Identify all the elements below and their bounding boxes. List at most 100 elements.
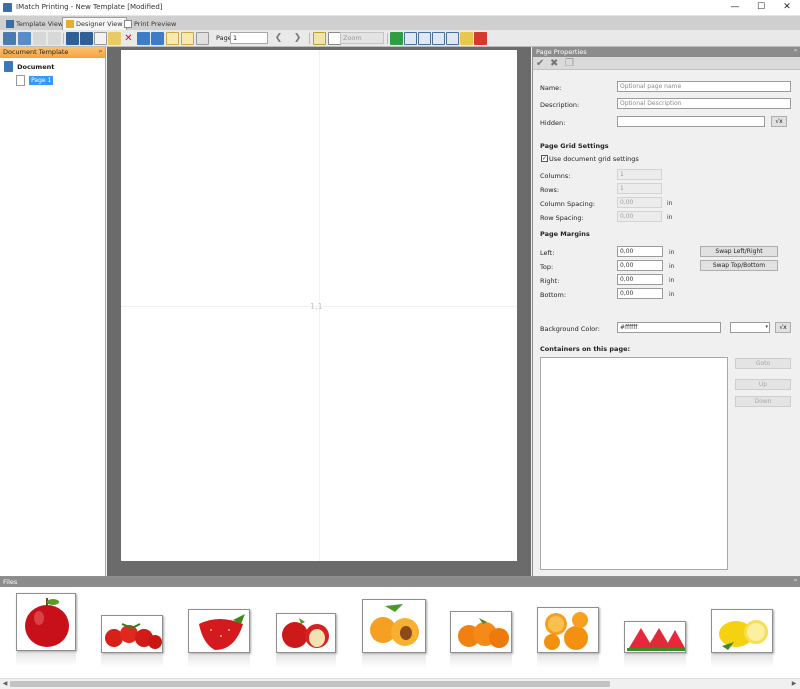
minimize-button[interactable]: — xyxy=(722,0,748,16)
apple-image xyxy=(25,598,69,647)
oranges-image xyxy=(458,618,509,648)
top-margin-input[interactable]: 0,00 xyxy=(617,260,663,271)
background-color-label: Background Color: xyxy=(540,325,600,333)
description-input[interactable]: Optional Description xyxy=(617,98,791,109)
send-backward-icon[interactable] xyxy=(432,32,445,45)
unit-label: in xyxy=(669,263,675,270)
background-formula-button[interactable]: √x xyxy=(775,322,791,333)
goto-button[interactable]: Goto xyxy=(735,358,791,369)
tree-item-page[interactable]: Page 1 xyxy=(16,75,54,86)
column-spacing-input[interactable]: 0,00 xyxy=(617,197,662,208)
bottom-margin-input[interactable]: 0,00 xyxy=(617,288,663,299)
two-page-icon[interactable] xyxy=(181,32,194,45)
apricots-image xyxy=(370,604,419,646)
panel-header: Document Template ᵖ xyxy=(0,47,105,58)
tab-designer-view[interactable]: Designer View xyxy=(62,17,127,30)
previous-page-icon[interactable]: ❮ xyxy=(272,32,285,45)
hidden-formula-button[interactable]: √x xyxy=(771,116,787,127)
view-tabs: Template View Designer View Print Previe… xyxy=(0,16,800,30)
rows-input[interactable]: 1 xyxy=(617,183,662,194)
window-title: IMatch Printing - New Template [Modified… xyxy=(16,3,163,11)
properties-icon[interactable] xyxy=(460,32,473,45)
paste-icon[interactable] xyxy=(48,32,61,45)
file-thumbnail-apples[interactable] xyxy=(276,613,336,653)
refresh-icon[interactable] xyxy=(18,32,31,45)
apples-image xyxy=(282,618,329,648)
tree-item-document[interactable]: Document xyxy=(4,61,54,72)
file-thumbnail-lemons[interactable] xyxy=(711,609,773,653)
scrollbar-thumb[interactable] xyxy=(10,681,610,687)
panel-header: Page Properties ᵖ xyxy=(533,47,800,57)
move-up-icon[interactable] xyxy=(137,32,150,45)
row-spacing-label: Row Spacing: xyxy=(540,214,584,222)
tab-template-view[interactable]: Template View xyxy=(2,17,67,30)
file-thumbnail-orange-slices[interactable] xyxy=(537,607,599,653)
right-margin-input[interactable]: 0,00 xyxy=(617,274,663,285)
properties-toolbar: ✔ ✖ ❐ xyxy=(533,57,800,70)
copy-icon[interactable]: ❐ xyxy=(565,57,574,70)
file-thumbnail-oranges[interactable] xyxy=(450,611,512,653)
tab-print-preview[interactable]: Print Preview xyxy=(120,17,180,30)
save-as-icon[interactable] xyxy=(80,32,93,45)
use-grid-label: Use document grid settings xyxy=(549,155,639,163)
file-thumbnail-watermelon[interactable] xyxy=(624,621,686,653)
swap-left-right-button[interactable]: Swap Left/Right xyxy=(700,246,778,257)
pin-icon[interactable]: ᵖ xyxy=(794,47,797,57)
page-number-input[interactable]: 1 xyxy=(230,32,268,44)
columns-input[interactable]: 1 xyxy=(617,169,662,180)
single-page-icon[interactable] xyxy=(166,32,179,45)
next-page-icon[interactable]: ❯ xyxy=(291,32,304,45)
files-horizontal-scrollbar[interactable]: ◀ ▶ xyxy=(0,678,800,689)
new-page-icon[interactable] xyxy=(94,32,107,45)
description-label: Description: xyxy=(540,101,580,109)
swap-top-bottom-button[interactable]: Swap Top/Bottom xyxy=(700,260,778,271)
scroll-right-icon[interactable]: ▶ xyxy=(789,679,799,689)
file-thumbnail-strawberry[interactable] xyxy=(188,609,250,653)
close-button[interactable]: ✕ xyxy=(774,0,800,16)
containers-list[interactable] xyxy=(540,357,728,570)
grid-settings-heading: Page Grid Settings xyxy=(540,142,609,150)
color-picker-dropdown[interactable]: ▾ xyxy=(730,322,770,333)
background-color-input[interactable]: #ffffff xyxy=(617,322,721,333)
panel-title: Files xyxy=(3,578,18,586)
bring-to-front-icon[interactable] xyxy=(404,32,417,45)
maximize-button[interactable]: ☐ xyxy=(748,0,774,16)
zoom-select[interactable]: Zoom xyxy=(340,32,384,44)
send-to-back-icon[interactable] xyxy=(446,32,459,45)
pin-icon[interactable]: ᵖ xyxy=(99,47,102,58)
apply-check-icon[interactable]: ✔ xyxy=(536,57,544,70)
page-properties-icon[interactable] xyxy=(108,32,121,45)
file-thumbnail-apricots[interactable] xyxy=(362,599,426,653)
book-view-icon[interactable] xyxy=(196,32,209,45)
row-spacing-input[interactable]: 0,00 xyxy=(617,211,662,222)
copy-icon[interactable] xyxy=(33,32,46,45)
title-bar: IMatch Printing - New Template [Modified… xyxy=(0,0,800,16)
delete-icon[interactable]: ✕ xyxy=(122,32,135,45)
file-thumbnail-apple[interactable] xyxy=(16,593,76,651)
watermelon-image xyxy=(627,628,685,651)
save-icon[interactable] xyxy=(66,32,79,45)
fit-page-icon[interactable] xyxy=(313,32,326,45)
unit-label: in xyxy=(669,291,675,298)
file-thumbnail-tomatoes[interactable] xyxy=(101,615,163,653)
use-grid-checkbox[interactable]: ✓ xyxy=(541,155,548,162)
tab-label: Print Preview xyxy=(134,20,177,28)
page-name-input[interactable]: Optional page name xyxy=(617,81,791,92)
discard-x-icon[interactable]: ✖ xyxy=(550,57,558,70)
scroll-left-icon[interactable]: ◀ xyxy=(0,679,10,689)
remove-container-icon[interactable] xyxy=(474,32,487,45)
move-down-icon[interactable] xyxy=(151,32,164,45)
hidden-expression-input[interactable] xyxy=(617,116,765,127)
design-canvas[interactable]: 1,1 xyxy=(107,47,531,576)
up-button[interactable]: Up xyxy=(735,379,791,390)
pin-icon[interactable]: ᵖ xyxy=(794,577,797,587)
down-button[interactable]: Down xyxy=(735,396,791,407)
tab-label: Designer View xyxy=(76,20,123,28)
tree-item-label: Page 1 xyxy=(29,76,54,85)
template-view-icon xyxy=(6,20,14,28)
add-container-icon[interactable] xyxy=(390,32,403,45)
left-margin-input[interactable]: 0,00 xyxy=(617,246,663,257)
bring-forward-icon[interactable] xyxy=(418,32,431,45)
page-sheet[interactable]: 1,1 xyxy=(121,50,517,561)
printer-icon[interactable] xyxy=(3,32,16,45)
